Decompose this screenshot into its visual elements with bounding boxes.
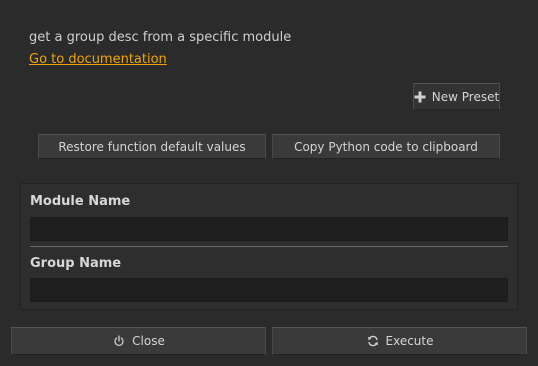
close-label: Close [132,334,165,348]
parameters-panel: Module Name Group Name [20,183,518,310]
execute-label: Execute [385,334,434,348]
module-name-label: Module Name [30,194,131,209]
power-icon [112,334,126,348]
group-name-input[interactable] [30,278,508,302]
documentation-link[interactable]: Go to documentation [29,52,167,67]
parameter-divider [30,246,508,247]
restore-defaults-label: Restore function default values [58,139,246,154]
refresh-icon [366,334,380,348]
copy-python-code-button[interactable]: Copy Python code to clipboard [272,134,500,159]
group-name-label: Group Name [30,256,122,271]
function-description: get a group desc from a specific module [29,30,292,45]
restore-defaults-button[interactable]: Restore function default values [38,134,266,159]
new-preset-button[interactable]: New Preset [413,83,500,110]
new-preset-label: New Preset [431,89,500,104]
close-button[interactable]: Close [11,327,266,355]
module-name-input[interactable] [30,217,508,241]
plus-icon [414,90,426,104]
function-dialog: get a group desc from a specific module … [0,0,538,366]
copy-python-code-label: Copy Python code to clipboard [294,139,478,154]
execute-button[interactable]: Execute [272,327,527,355]
